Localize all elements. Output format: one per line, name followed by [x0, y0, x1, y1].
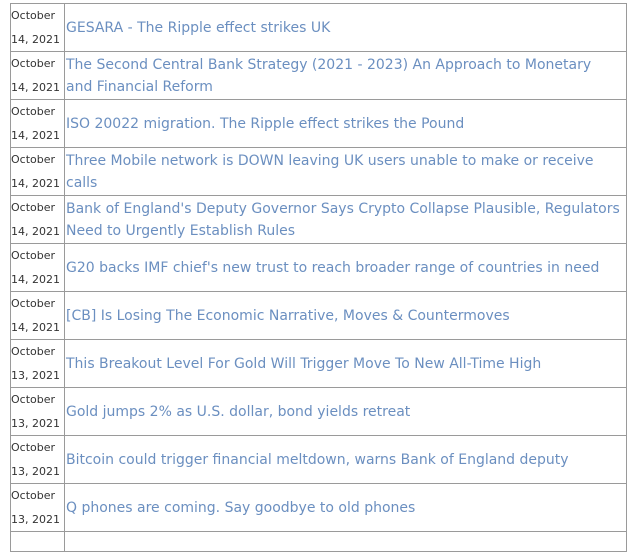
news-row-partial	[10, 531, 627, 552]
news-title-link[interactable]: GESARA - The Ripple effect strikes UK	[66, 20, 330, 36]
news-title-link[interactable]: G20 backs IMF chief's new trust to reach…	[66, 260, 599, 276]
news-date-month: October	[11, 201, 56, 214]
news-row: October 13, 2021 Q phones are coming. Sa…	[10, 483, 627, 532]
news-title-link[interactable]: Gold jumps 2% as U.S. dollar, bond yield…	[66, 404, 410, 420]
news-row: October 14, 2021 ISO 20022 migration. Th…	[10, 99, 627, 148]
news-row: October 13, 2021 Bitcoin could trigger f…	[10, 435, 627, 484]
news-title-link[interactable]: Q phones are coming. Say goodbye to old …	[66, 500, 415, 516]
news-title-cell: G20 backs IMF chief's new trust to reach…	[64, 243, 627, 292]
news-row: October 14, 2021 GESARA - The Ripple eff…	[10, 3, 627, 52]
news-row: October 14, 2021 G20 backs IMF chief's n…	[10, 243, 627, 292]
news-date-day-year: 14, 2021	[11, 80, 60, 94]
news-title-cell: Bitcoin could trigger financial meltdown…	[64, 435, 627, 484]
news-title-cell: Bank of England's Deputy Governor Says C…	[64, 195, 627, 244]
news-title-cell: Three Mobile network is DOWN leaving UK …	[64, 147, 627, 196]
news-row: October 14, 2021 Three Mobile network is…	[10, 147, 627, 196]
news-title-cell: Gold jumps 2% as U.S. dollar, bond yield…	[64, 387, 627, 436]
news-title-cell: [CB] Is Losing The Economic Narrative, M…	[64, 291, 627, 340]
news-date: October 14, 2021	[10, 3, 65, 52]
news-date-day-year: 14, 2021	[11, 32, 60, 46]
news-date-month: October	[11, 393, 56, 406]
news-date-day-year: 13, 2021	[11, 464, 60, 478]
news-date: October 13, 2021	[10, 435, 65, 484]
news-date-day-year: 13, 2021	[11, 512, 60, 526]
news-date: October 14, 2021	[10, 195, 65, 244]
news-title-cell: This Breakout Level For Gold Will Trigge…	[64, 339, 627, 388]
news-row: October 13, 2021 Gold jumps 2% as U.S. d…	[10, 387, 627, 436]
news-date-month: October	[11, 57, 56, 70]
news-date: October 13, 2021	[10, 483, 65, 532]
news-date-month: October	[11, 9, 56, 22]
news-date-day-year: 14, 2021	[11, 272, 60, 286]
news-title-link[interactable]: Bitcoin could trigger financial meltdown…	[66, 452, 569, 468]
news-title-cell	[64, 531, 627, 552]
news-title-link[interactable]: ISO 20022 migration. The Ripple effect s…	[66, 116, 464, 132]
news-date-day-year: 14, 2021	[11, 224, 60, 238]
news-row: October 14, 2021 [CB] Is Losing The Econ…	[10, 291, 627, 340]
news-title-link[interactable]: The Second Central Bank Strategy (2021 -…	[66, 57, 591, 95]
news-title-link[interactable]: Bank of England's Deputy Governor Says C…	[66, 201, 620, 239]
news-date: October 13, 2021	[10, 387, 65, 436]
news-date-day-year: 14, 2021	[11, 128, 60, 142]
news-date-month: October	[11, 249, 56, 262]
news-date: October 14, 2021	[10, 51, 65, 100]
news-title-cell: Q phones are coming. Say goodbye to old …	[64, 483, 627, 532]
news-row: October 13, 2021 This Breakout Level For…	[10, 339, 627, 388]
news-date-day-year: 13, 2021	[11, 368, 60, 382]
news-list: October 14, 2021 GESARA - The Ripple eff…	[10, 3, 627, 552]
news-date-month: October	[11, 345, 56, 358]
news-title-link[interactable]: [CB] Is Losing The Economic Narrative, M…	[66, 308, 510, 324]
news-date-month: October	[11, 489, 56, 502]
news-date	[10, 531, 65, 552]
news-date: October 14, 2021	[10, 291, 65, 340]
news-row: October 14, 2021 Bank of England's Deput…	[10, 195, 627, 244]
news-title-cell: GESARA - The Ripple effect strikes UK	[64, 3, 627, 52]
news-date-month: October	[11, 297, 56, 310]
news-title-cell: ISO 20022 migration. The Ripple effect s…	[64, 99, 627, 148]
news-date: October 14, 2021	[10, 99, 65, 148]
news-date-day-year: 14, 2021	[11, 176, 60, 190]
news-table: October 14, 2021 GESARA - The Ripple eff…	[10, 3, 627, 552]
news-date: October 14, 2021	[10, 243, 65, 292]
news-date-month: October	[11, 441, 56, 454]
news-date: October 14, 2021	[10, 147, 65, 196]
news-date-month: October	[11, 153, 56, 166]
news-row: October 14, 2021 The Second Central Bank…	[10, 51, 627, 100]
news-date-month: October	[11, 105, 56, 118]
news-date: October 13, 2021	[10, 339, 65, 388]
news-date-day-year: 13, 2021	[11, 416, 60, 430]
news-title-link[interactable]: This Breakout Level For Gold Will Trigge…	[66, 356, 541, 372]
news-title-link[interactable]: Three Mobile network is DOWN leaving UK …	[66, 153, 594, 191]
news-date-day-year: 14, 2021	[11, 320, 60, 334]
news-title-cell: The Second Central Bank Strategy (2021 -…	[64, 51, 627, 100]
